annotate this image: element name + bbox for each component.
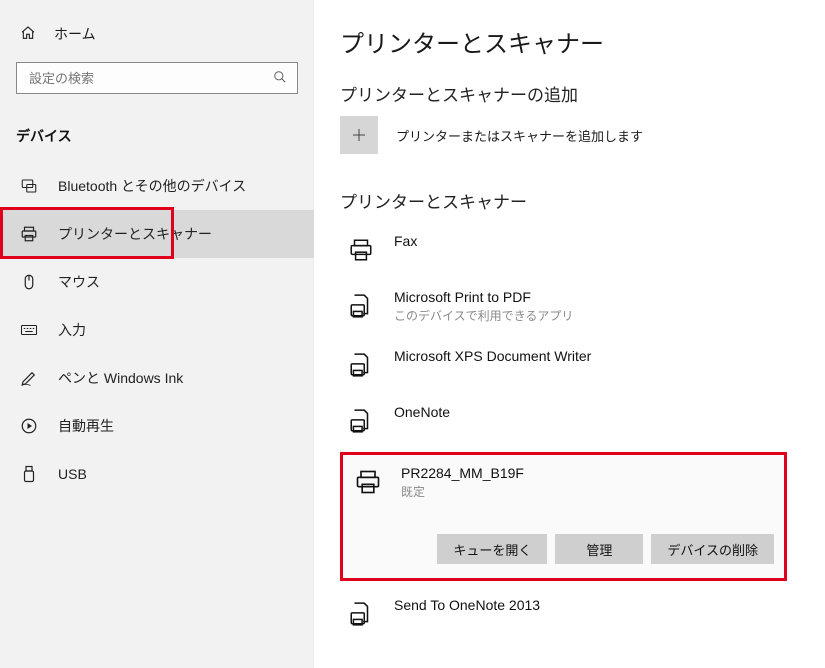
plus-icon: [340, 116, 378, 154]
sidebar-item-label: Bluetooth とその他のデバイス: [58, 176, 246, 196]
device-item-fax[interactable]: Fax: [340, 223, 795, 279]
search-input[interactable]: [27, 70, 273, 87]
home-button[interactable]: ホーム: [0, 18, 314, 50]
device-item-onenote[interactable]: OneNote: [340, 394, 795, 450]
sidebar-item-usb[interactable]: USB: [0, 450, 314, 498]
device-name: Send To OneNote 2013: [394, 597, 540, 613]
sidebar-item-autoplay[interactable]: 自動再生: [0, 402, 314, 450]
devices-icon: [20, 177, 38, 195]
device-name: OneNote: [394, 404, 450, 420]
add-printer-button[interactable]: プリンターまたはスキャナーを追加します: [340, 116, 795, 154]
keyboard-icon: [20, 321, 38, 339]
sidebar-item-typing[interactable]: 入力: [0, 306, 314, 354]
sidebar-item-bluetooth[interactable]: Bluetooth とその他のデバイス: [0, 162, 314, 210]
pen-icon: [20, 369, 38, 387]
sidebar-item-label: USB: [58, 466, 87, 482]
document-printer-icon: [346, 350, 376, 380]
document-printer-icon: [346, 406, 376, 436]
sidebar-item-label: マウス: [58, 272, 100, 292]
remove-device-button[interactable]: デバイスの削除: [651, 534, 774, 564]
device-item-send-to-onenote[interactable]: Send To OneNote 2013: [340, 587, 795, 643]
device-item-xps-writer[interactable]: Microsoft XPS Document Writer: [340, 338, 795, 394]
mouse-icon: [20, 273, 38, 291]
device-list: Fax Microsoft Print to PDF このデバイスで利用できるア…: [340, 223, 795, 643]
add-printer-label: プリンターまたはスキャナーを追加します: [396, 126, 643, 145]
device-name: Microsoft Print to PDF: [394, 289, 573, 305]
printer-icon: [346, 235, 376, 265]
sidebar-section-header: デバイス: [0, 100, 314, 154]
sidebar-nav: Bluetooth とその他のデバイス プリンターとスキャナー: [0, 162, 314, 498]
settings-sidebar: ホーム デバイス Bluetooth: [0, 0, 314, 668]
home-label: ホーム: [54, 24, 96, 44]
sidebar-item-mouse[interactable]: マウス: [0, 258, 314, 306]
page-title: プリンターとスキャナー: [340, 24, 795, 59]
device-actions: キューを開く 管理 デバイスの削除: [353, 534, 774, 564]
device-item-print-to-pdf[interactable]: Microsoft Print to PDF このデバイスで利用できるアプリ: [340, 279, 795, 338]
device-name: Fax: [394, 233, 417, 249]
document-printer-icon: [346, 291, 376, 321]
device-name: Microsoft XPS Document Writer: [394, 348, 591, 364]
device-subtext: このデバイスで利用できるアプリ: [394, 307, 573, 324]
search-box[interactable]: [16, 62, 298, 94]
sidebar-item-label: プリンターとスキャナー: [58, 224, 212, 244]
device-name: PR2284_MM_B19F: [401, 465, 524, 481]
sidebar-item-printers[interactable]: プリンターとスキャナー: [0, 210, 314, 258]
printer-icon: [353, 467, 383, 497]
printer-icon: [20, 225, 38, 243]
sidebar-item-label: ペンと Windows Ink: [58, 368, 183, 388]
usb-icon: [20, 465, 38, 483]
device-item-selected[interactable]: PR2284_MM_B19F 既定 キューを開く 管理 デバイスの削除: [340, 452, 787, 581]
manage-button[interactable]: 管理: [555, 534, 643, 564]
main-panel: プリンターとスキャナー プリンターとスキャナーの追加 プリンターまたはスキャナー…: [314, 0, 825, 668]
sidebar-item-pen[interactable]: ペンと Windows Ink: [0, 354, 314, 402]
document-printer-icon: [346, 599, 376, 629]
add-section-title: プリンターとスキャナーの追加: [340, 81, 795, 106]
autoplay-icon: [20, 417, 38, 435]
device-subtext: 既定: [401, 483, 524, 500]
list-section-title: プリンターとスキャナー: [340, 188, 795, 213]
search-icon: [273, 70, 287, 87]
search-row: [0, 50, 314, 100]
sidebar-item-label: 入力: [58, 320, 86, 340]
home-icon: [20, 25, 36, 44]
open-queue-button[interactable]: キューを開く: [437, 534, 547, 564]
sidebar-item-label: 自動再生: [58, 416, 114, 436]
